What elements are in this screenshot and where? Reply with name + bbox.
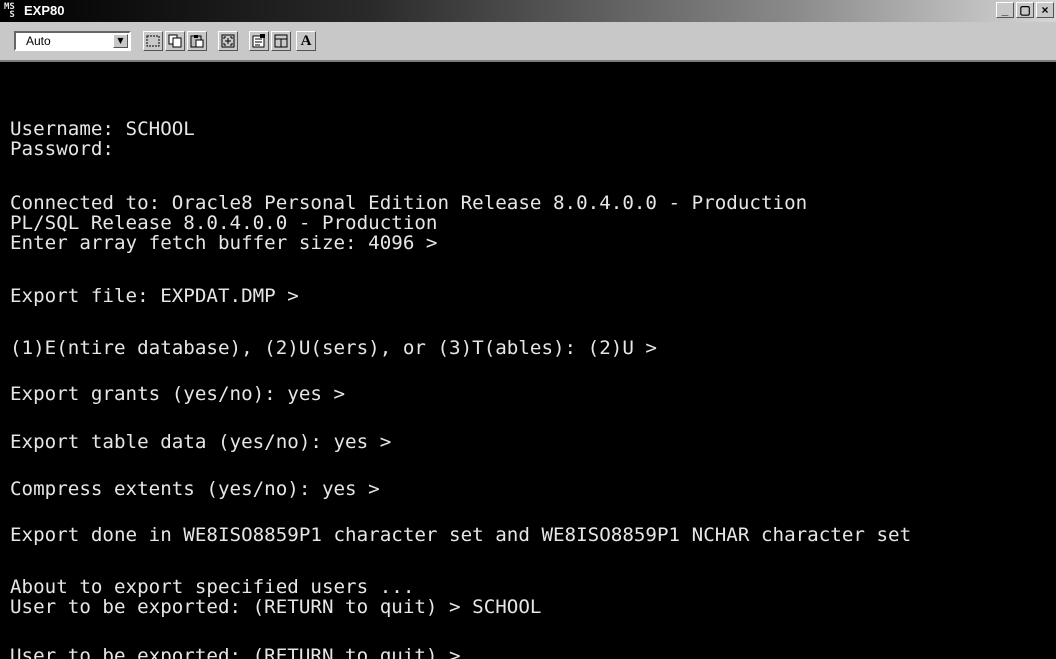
background-button[interactable] [271, 31, 291, 51]
background-icon [274, 34, 288, 48]
terminal-line: Compress extents (yes/no): yes > [10, 478, 380, 500]
console-window: MS S EXP80 _ ▢ × Auto ▼ A Username: SCHO… [0, 0, 1056, 659]
toolbar: Auto ▼ A [0, 22, 1056, 62]
terminal-line: Username: SCHOOL [10, 118, 195, 140]
minimize-button[interactable]: _ [996, 2, 1014, 18]
font-size-select[interactable]: Auto ▼ [14, 31, 131, 51]
font-button[interactable]: A [296, 31, 316, 51]
paste-button[interactable] [187, 31, 207, 51]
terminal-line: User to be exported: (RETURN to quit) > [10, 645, 461, 659]
terminal-line: Export table data (yes/no): yes > [10, 431, 392, 453]
terminal-line: PL/SQL Release 8.0.4.0.0 - Production [10, 212, 438, 234]
terminal-line: (1)E(ntire database), (2)U(sers), or (3)… [10, 337, 657, 359]
terminal-line: Export grants (yes/no): yes > [10, 383, 346, 405]
close-button[interactable]: × [1036, 2, 1054, 18]
maximize-button[interactable]: ▢ [1016, 2, 1034, 18]
properties-icon [252, 34, 265, 48]
copy-button[interactable] [165, 31, 185, 51]
title-bar[interactable]: MS S EXP80 _ ▢ × [0, 0, 1056, 22]
terminal-output[interactable]: Username: SCHOOL Password: Connected to:… [0, 62, 1056, 659]
terminal-line: Password: [10, 138, 114, 160]
font-size-select-value: Auto [26, 34, 51, 48]
terminal-line: User to be exported: (RETURN to quit) > … [10, 596, 542, 618]
properties-button[interactable] [249, 31, 269, 51]
terminal-line: About to export specified users ... [10, 576, 415, 598]
fullscreen-button[interactable] [218, 31, 238, 51]
paste-icon [190, 35, 204, 48]
terminal-line: Export file: EXPDAT.DMP > [10, 285, 299, 307]
window-title: EXP80 [24, 3, 65, 18]
command-prompt-icon: MS S [4, 2, 15, 20]
chevron-down-icon[interactable]: ▼ [113, 34, 128, 48]
terminal-line: Connected to: Oracle8 Personal Edition R… [10, 192, 808, 214]
window-controls: _ ▢ × [996, 2, 1054, 18]
copy-icon [168, 34, 182, 48]
terminal-line: Enter array fetch buffer size: 4096 > [10, 232, 438, 254]
mark-button[interactable] [143, 31, 163, 51]
font-icon: A [300, 33, 312, 49]
mark-icon [146, 35, 160, 47]
terminal-line: Export done in WE8ISO8859P1 character se… [10, 524, 912, 546]
fullscreen-icon [221, 34, 235, 48]
